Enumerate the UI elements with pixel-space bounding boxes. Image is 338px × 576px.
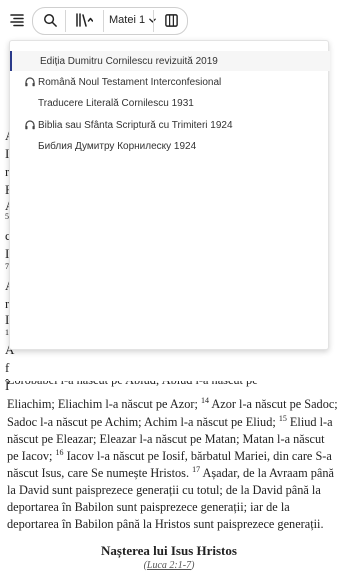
chapter-label: Matei 1 xyxy=(109,14,146,26)
section-heading: Nașterea lui Isus Hristos xyxy=(101,543,237,558)
navigation-group: Matei 1 xyxy=(32,7,188,35)
parallel-view-button[interactable] xyxy=(157,7,185,33)
toolbar-divider xyxy=(103,10,104,32)
headphones-icon xyxy=(25,120,35,130)
verse-line: la David sunt paisprezece generații cu t… xyxy=(7,483,321,497)
ref-paren: ) xyxy=(191,560,195,571)
version-item[interactable]: Română Noul Testament Interconfesional xyxy=(10,72,328,92)
verse-text: pe Iacov; xyxy=(7,449,53,463)
verse-line-partial: Zorobabel l-a născut pe Abiud; Abiud l-a… xyxy=(7,373,258,387)
verse-text: Eliachim; Eliachim l-a născut pe Azor; xyxy=(7,397,198,411)
cross-reference-link[interactable]: Luca 2:1-7 xyxy=(147,560,191,571)
version-item[interactable]: Biblia sau Sfânta Scriptură cu Trimiteri… xyxy=(10,115,328,135)
cross-reference: (Luca 2:1-7) xyxy=(0,560,338,571)
top-toolbar: Matei 1 xyxy=(0,0,338,40)
background-text-edge: A I r F A 5 c I 7 A r I 1 A f Î xyxy=(0,40,14,393)
verse-text: născut Isus, care Se numește Hristos. xyxy=(7,466,190,480)
verse-line: pe Iacov; 16 Iacov l-a născut pe Iosif, … xyxy=(7,448,332,465)
menu-button[interactable] xyxy=(2,6,32,34)
verse-number: 16 xyxy=(55,447,64,457)
menu-icon xyxy=(10,14,24,27)
verse-line: deportarea în Babilon sunt paisprezece g… xyxy=(7,500,290,514)
headphones-icon xyxy=(25,77,35,87)
verse-text: Așadar, de la Avraam până xyxy=(202,466,334,480)
chapter-selector[interactable]: Matei 1 xyxy=(109,8,157,32)
version-label: Ediția Dumitru Cornilescu revizuită 2019 xyxy=(40,55,218,67)
verse-line: născut pe Eleazar; Eleazar l-a născut pe… xyxy=(7,432,325,446)
version-dropdown: Ediția Dumitru Cornilescu revizuită 2019… xyxy=(9,40,330,350)
books-icon xyxy=(76,13,93,27)
version-label: Traducere Literală Cornilescu 1931 xyxy=(38,97,194,109)
version-label: Română Noul Testament Interconfesional xyxy=(38,76,222,88)
verse-text: Eliud l-a xyxy=(289,415,333,429)
columns-icon xyxy=(164,13,178,27)
search-button[interactable] xyxy=(37,7,63,33)
version-item[interactable]: Библия Думитру Корнилеску 1924 xyxy=(10,136,328,156)
verse-number: 17 xyxy=(192,464,201,474)
verse-number: 14 xyxy=(200,395,209,405)
version-item[interactable]: Ediția Dumitru Cornilescu revizuită 2019 xyxy=(10,51,330,71)
verse-line: deportarea în Babilon până la Hristos su… xyxy=(7,517,324,531)
version-label: Библия Думитру Корнилеску 1924 xyxy=(38,140,197,152)
verse-text: Sadoc l-a născut pe Achim; Achim l-a năs… xyxy=(7,415,276,429)
toolbar-divider xyxy=(65,10,66,32)
verse-line: Sadoc l-a născut pe Achim; Achim l-a năs… xyxy=(7,414,333,431)
toolbar-divider xyxy=(153,10,154,32)
books-button[interactable] xyxy=(69,7,99,33)
version-label: Biblia sau Sfânta Scriptură cu Trimiteri… xyxy=(38,119,233,131)
search-icon xyxy=(43,13,57,27)
verse-line: născut Isus, care Se numește Hristos. 17… xyxy=(7,465,334,482)
verse-number: 15 xyxy=(278,413,287,423)
verse-line: Eliachim; Eliachim l-a născut pe Azor; 1… xyxy=(7,396,338,413)
verse-text: Azor l-a născut pe Sadoc; xyxy=(211,397,338,411)
bg-letter: f xyxy=(5,360,10,375)
version-item[interactable]: Traducere Literală Cornilescu 1931 xyxy=(10,93,328,113)
verse-text: Iacov l-a născut pe Iosif, bărbatul Mari… xyxy=(66,449,332,463)
